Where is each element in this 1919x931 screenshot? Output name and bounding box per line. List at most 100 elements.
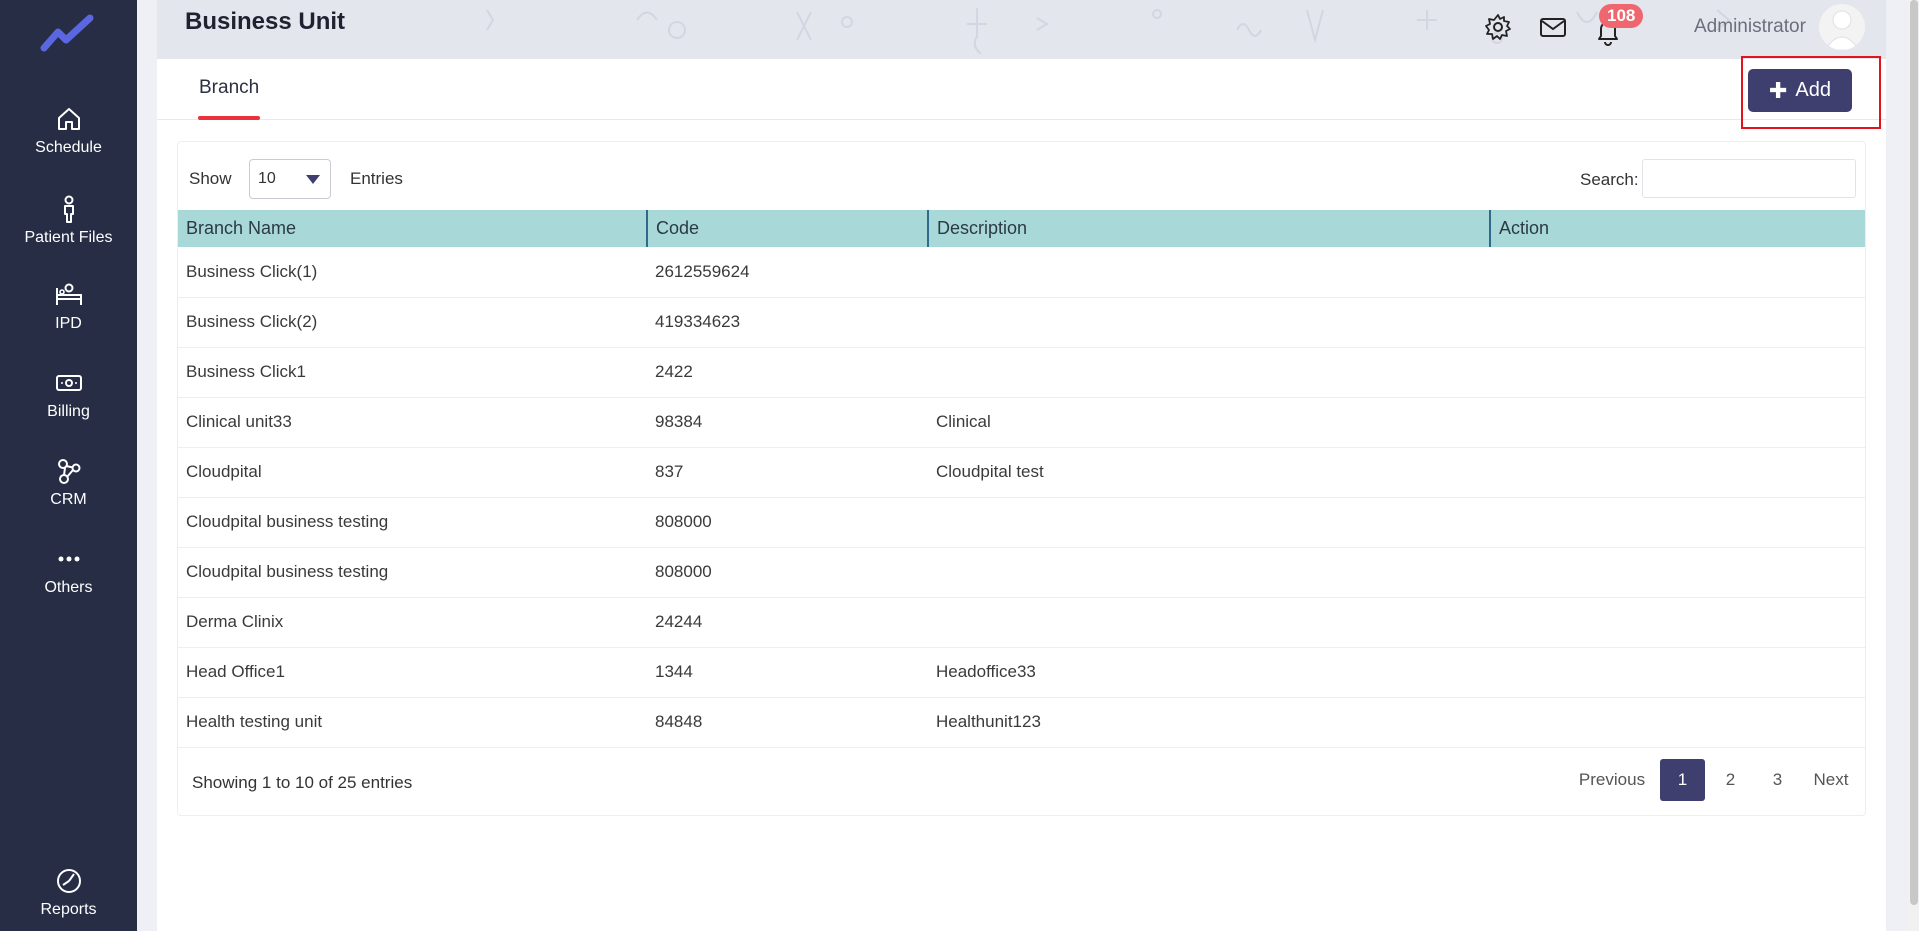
top-header: Business Unit 108 Administrator bbox=[157, 0, 1886, 59]
gear-icon[interactable] bbox=[1483, 12, 1513, 42]
code-cell: 837 bbox=[647, 447, 928, 498]
code-cell: 2612559624 bbox=[647, 247, 928, 298]
action-cell bbox=[1490, 697, 1865, 748]
sidebar-item-label: Schedule bbox=[35, 139, 102, 156]
table-header-row: Branch Name Code Description Action bbox=[178, 210, 1865, 247]
app-logo-icon[interactable] bbox=[40, 12, 96, 56]
tab-active-indicator bbox=[198, 116, 260, 120]
action-cell bbox=[1490, 297, 1865, 348]
sidebar-item-label: Patient Files bbox=[24, 229, 113, 246]
table-row[interactable]: Cloudpital business testing 808000 bbox=[178, 497, 1865, 548]
sidebar-item-reports[interactable]: Reports bbox=[0, 866, 137, 920]
column-header-description[interactable]: Description bbox=[928, 210, 1491, 247]
show-label: Show bbox=[189, 169, 232, 188]
page-size-select[interactable]: 10 bbox=[249, 159, 331, 199]
branch-name-cell: Business Click(1) bbox=[178, 247, 647, 298]
action-cell bbox=[1490, 547, 1865, 598]
table-row[interactable]: Business Click(1) 2612559624 bbox=[178, 247, 1865, 298]
description-cell: Cloudpital test bbox=[928, 447, 1490, 498]
branch-name-cell: Business Click1 bbox=[178, 347, 647, 398]
branch-name-cell: Cloudpital business testing bbox=[178, 547, 647, 598]
action-cell bbox=[1490, 347, 1865, 398]
network-icon bbox=[57, 459, 80, 484]
avatar[interactable] bbox=[1819, 4, 1865, 50]
entries-label: Entries bbox=[350, 169, 403, 188]
caret-down-icon bbox=[306, 175, 320, 184]
sidebar-item-ipd[interactable]: IPD bbox=[0, 280, 137, 334]
action-cell bbox=[1490, 247, 1865, 298]
action-cell bbox=[1490, 597, 1865, 648]
table-row[interactable]: Health testing unit 84848 Healthunit123 bbox=[178, 697, 1865, 748]
branch-table: Branch Name Code Description Action Busi… bbox=[178, 210, 1865, 748]
code-cell: 808000 bbox=[647, 547, 928, 598]
page-size-value: 10 bbox=[258, 170, 276, 187]
description-cell bbox=[928, 347, 1490, 398]
code-cell: 1344 bbox=[647, 647, 928, 698]
sidebar-item-others[interactable]: Others bbox=[0, 544, 137, 598]
code-cell: 808000 bbox=[647, 497, 928, 548]
description-cell bbox=[928, 497, 1490, 548]
sidebar-item-label: Billing bbox=[47, 403, 90, 420]
sidebar-item-billing[interactable]: Billing bbox=[0, 368, 137, 422]
pagination-page-1[interactable]: 1 bbox=[1660, 759, 1705, 801]
page-title: Business Unit bbox=[185, 8, 346, 35]
notification-badge: 108 bbox=[1599, 4, 1644, 28]
plus-icon: ✚ bbox=[1768, 77, 1788, 103]
page-scrollbar-thumb[interactable] bbox=[1910, 0, 1918, 905]
search-label: Search: bbox=[1580, 170, 1639, 189]
table-row[interactable]: Clinical unit33 98384 Clinical bbox=[178, 397, 1865, 448]
description-cell bbox=[928, 247, 1490, 298]
sidebar-item-label: CRM bbox=[50, 491, 87, 508]
sidebar-item-patient-files[interactable]: Patient Files bbox=[0, 194, 137, 248]
person-icon bbox=[63, 195, 74, 223]
code-cell: 98384 bbox=[647, 397, 928, 448]
code-cell: 419334623 bbox=[647, 297, 928, 348]
branch-name-cell: Head Office1 bbox=[178, 647, 647, 698]
branch-name-cell: Health testing unit bbox=[178, 697, 647, 748]
description-cell bbox=[928, 597, 1490, 648]
home-icon bbox=[57, 108, 80, 130]
table-row[interactable]: Business Click1 2422 bbox=[178, 347, 1865, 398]
branch-table-card: Show 10 Entries Search: Branch Name Code… bbox=[177, 141, 1866, 816]
table-row[interactable]: Business Click(2) 419334623 bbox=[178, 297, 1865, 348]
table-row[interactable]: Derma Clinix 24244 bbox=[178, 597, 1865, 648]
action-cell bbox=[1490, 397, 1865, 448]
sidebar-item-label: Others bbox=[44, 579, 93, 596]
description-cell bbox=[928, 547, 1490, 598]
add-button-label: Add bbox=[1795, 79, 1832, 101]
column-header-code[interactable]: Code bbox=[647, 210, 929, 247]
pagination-page-2[interactable]: 2 bbox=[1708, 759, 1753, 801]
table-row[interactable]: Head Office1 1344 Headoffice33 bbox=[178, 647, 1865, 698]
branch-name-cell: Clinical unit33 bbox=[178, 397, 647, 448]
pagination-previous[interactable]: Previous bbox=[1570, 759, 1654, 801]
main-content: Business Unit 108 Administrator Branch ✚… bbox=[157, 0, 1886, 931]
sidebar-item-schedule[interactable]: Schedule bbox=[0, 104, 137, 158]
column-header-action: Action bbox=[1490, 210, 1865, 247]
user-avatar-icon bbox=[1824, 10, 1860, 50]
table-row[interactable]: Cloudpital business testing 808000 bbox=[178, 547, 1865, 598]
sidebar-item-label: IPD bbox=[55, 315, 82, 332]
entries-info: Showing 1 to 10 of 25 entries bbox=[192, 773, 413, 792]
branch-name-cell: Cloudpital bbox=[178, 447, 647, 498]
action-cell bbox=[1490, 447, 1865, 498]
column-header-branch-name[interactable]: Branch Name bbox=[178, 210, 648, 247]
branch-name-cell: Business Click(2) bbox=[178, 297, 647, 348]
add-button[interactable]: ✚ Add bbox=[1748, 69, 1852, 112]
branch-name-cell: Cloudpital business testing bbox=[178, 497, 647, 548]
sidebar: Schedule Patient Files IPD Billing CRM O… bbox=[0, 0, 137, 931]
mail-icon[interactable] bbox=[1538, 12, 1568, 42]
user-name[interactable]: Administrator bbox=[1694, 16, 1806, 38]
description-cell: Healthunit123 bbox=[928, 697, 1490, 748]
action-cell bbox=[1490, 647, 1865, 698]
pagination-next[interactable]: Next bbox=[1804, 759, 1858, 801]
pagination-page-3[interactable]: 3 bbox=[1755, 759, 1800, 801]
search-input[interactable] bbox=[1642, 159, 1856, 198]
action-cell bbox=[1490, 497, 1865, 548]
sidebar-item-label: Reports bbox=[40, 901, 97, 918]
tab-branch[interactable]: Branch bbox=[199, 77, 259, 99]
code-cell: 24244 bbox=[647, 597, 928, 648]
table-row[interactable]: Cloudpital 837 Cloudpital test bbox=[178, 447, 1865, 498]
sidebar-item-crm[interactable]: CRM bbox=[0, 456, 137, 510]
code-cell: 84848 bbox=[647, 697, 928, 748]
money-icon bbox=[55, 375, 82, 391]
